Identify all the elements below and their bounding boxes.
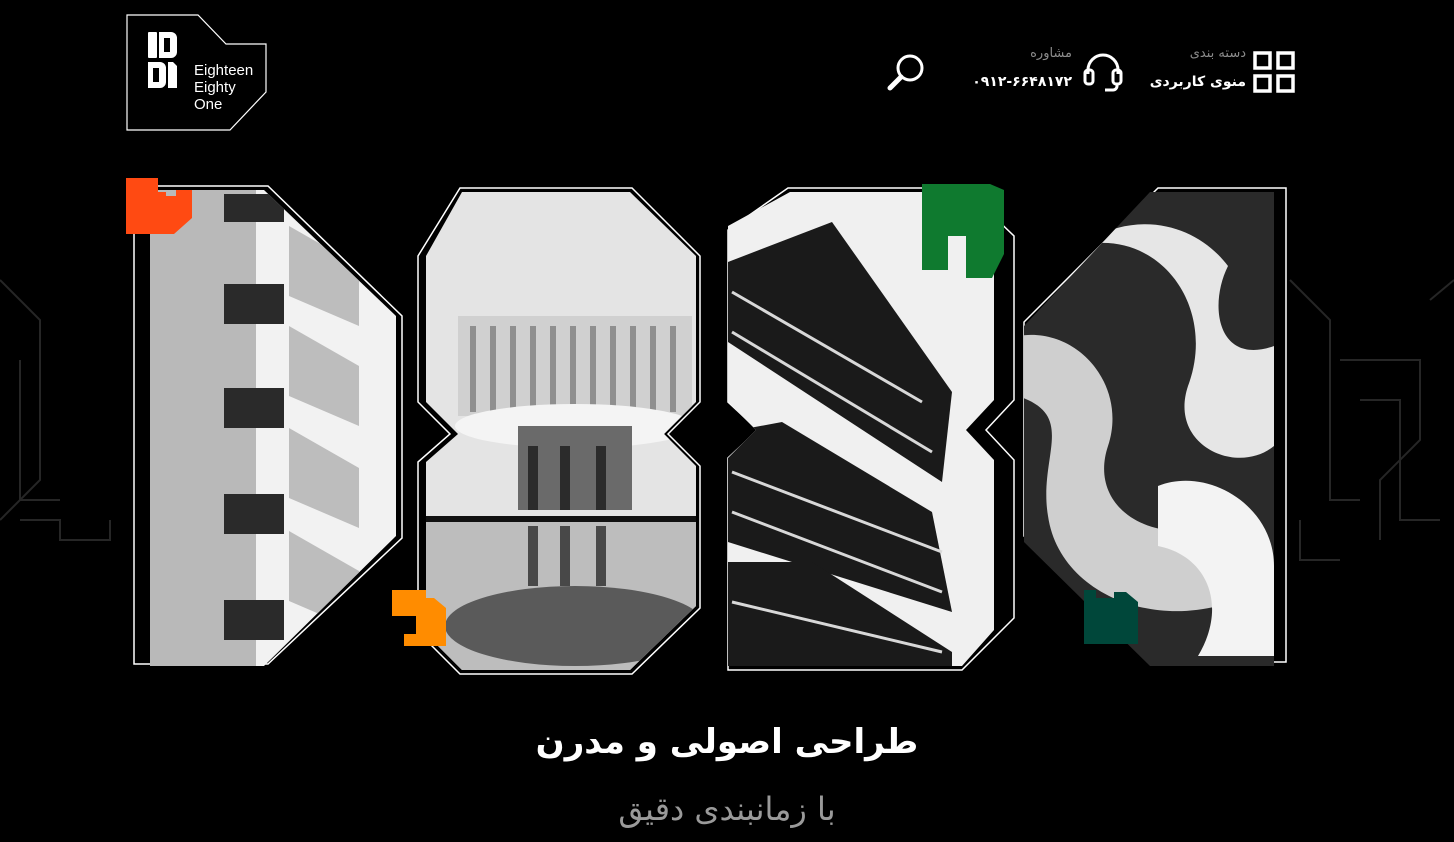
menu-title: منوی کاربردی [1149, 74, 1246, 90]
category-menu-button[interactable]: دسته بندی منوی کاربردی [1146, 44, 1298, 100]
logo-line-2: Eighty [194, 79, 236, 96]
hero-image-tower [727, 184, 1015, 671]
hero-image-balconies [126, 178, 403, 666]
hero-image-round-building [392, 187, 701, 675]
menu-label: دسته بندی [1189, 46, 1246, 61]
hero-title: طراحی اصولی و مدرن [535, 722, 919, 762]
consultation-contact[interactable]: مشاوره ۰۹۱۲-۶۶۴۸۱۷۲ [950, 44, 1130, 100]
search-button[interactable] [884, 52, 928, 92]
logo-wordmark: Eighteen Eighty One [194, 62, 253, 113]
search-icon [887, 54, 924, 91]
headset-icon [1083, 53, 1123, 92]
accent-dark-green-shape [1084, 590, 1138, 644]
brand-logo[interactable]: Eighteen Eighty One [126, 14, 268, 132]
logo-line-3: One [194, 96, 223, 113]
consult-phone[interactable]: ۰۹۱۲-۶۶۴۸۱۷۲ [972, 74, 1072, 90]
1881-monogram-icon [148, 32, 177, 88]
consult-label: مشاوره [1030, 46, 1072, 61]
logo-line-1: Eighteen [194, 62, 254, 79]
hero-image-waves [1023, 187, 1287, 666]
hero-subtitle: با زمانبندی دقیق [618, 790, 836, 828]
grid-icon [1253, 51, 1295, 93]
